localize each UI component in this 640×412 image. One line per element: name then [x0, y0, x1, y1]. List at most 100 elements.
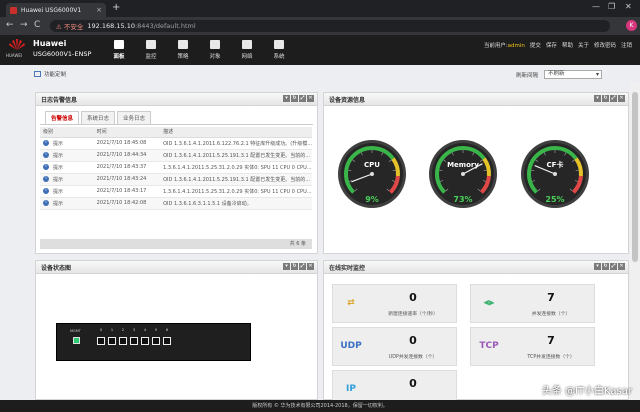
ethernet-port[interactable] — [163, 337, 171, 345]
maximize-button[interactable]: ⤢ — [610, 263, 617, 270]
customize-button[interactable]: 功能定制 — [34, 70, 66, 78]
main-nav: 面板 监控 策略 对象 网络 系统 — [103, 35, 295, 65]
collapse-button[interactable]: ▾ — [594, 95, 601, 102]
level-cell: i 提示 — [40, 185, 94, 198]
table-row[interactable]: i 提示 2021/7/10 18:45:08 OID 1.3.6.1.4.1.2… — [40, 137, 312, 150]
refresh-button[interactable]: ↻ — [291, 263, 298, 270]
nav-policy[interactable]: 策略 — [167, 35, 199, 65]
customize-icon — [34, 71, 41, 77]
nav-label: 监控 — [145, 54, 157, 60]
maximize-button[interactable]: ⤢ — [299, 95, 306, 102]
nav-system[interactable]: 系统 — [263, 35, 295, 65]
close-button[interactable]: ✕ — [618, 263, 625, 270]
log-tabs: 告警信息 系统日志 业务日志 — [40, 106, 313, 125]
ethernet-port[interactable] — [152, 337, 160, 345]
panel-title: 在线实时监控 — [329, 264, 366, 272]
scrollbar-thumb[interactable] — [632, 92, 638, 262]
tab-system-log[interactable]: 系统日志 — [81, 111, 116, 124]
connections-icon: ⫷⫸ — [483, 298, 495, 308]
port-number: 2 — [121, 328, 125, 332]
profile-avatar[interactable]: K — [626, 20, 637, 31]
ethernet-port[interactable] — [108, 337, 116, 345]
tab-alarms[interactable]: 告警信息 — [45, 111, 80, 124]
maximize-button[interactable]: ⤢ — [610, 95, 617, 102]
tile-value: 0 — [409, 377, 417, 390]
close-button[interactable]: ✕ — [307, 95, 314, 102]
ethernet-port[interactable] — [119, 337, 127, 345]
column-header[interactable]: 时间 — [93, 127, 161, 138]
collapse-button[interactable]: ▾ — [283, 95, 290, 102]
mgmt-port[interactable] — [73, 337, 80, 344]
help-link[interactable]: 帮助 — [562, 41, 573, 49]
page-scrollbar[interactable] — [630, 82, 640, 400]
device-model: USG6000V1-ENSP — [33, 50, 92, 58]
time-cell: 2021/7/10 18:45:08 — [93, 137, 161, 150]
tile-new-connection-rate[interactable]: ⇄ 0 新建连接速率（个/秒） — [332, 284, 457, 323]
new-tab-button[interactable]: + — [112, 2, 120, 13]
nav-network[interactable]: 网络 — [231, 35, 263, 65]
tile-tcp-connections[interactable]: TCP 7 TCP并发连接数（个） — [470, 327, 595, 366]
nav-dashboard[interactable]: 面板 — [103, 35, 135, 65]
huawei-logo-icon — [9, 39, 25, 50]
collapse-button[interactable]: ▾ — [594, 263, 601, 270]
back-button[interactable]: ← — [6, 20, 14, 30]
port-number: 5 — [154, 328, 158, 332]
column-header[interactable]: 级别 — [40, 127, 94, 138]
info-icon: i — [43, 164, 49, 170]
app-header: HUAWEI Huawei USG6000V1-ENSP 面板 监控 策略 对象… — [0, 35, 640, 65]
browser-tab[interactable]: Huawei USG6000V1 × — [6, 3, 106, 17]
panel-controls: ▾ ↻ ⤢ ✕ — [594, 95, 625, 102]
not-secure-warning[interactable]: ⚠ 不安全 — [56, 21, 83, 31]
time-cell: 2021/7/10 18:44:34 — [93, 149, 161, 162]
monitor-icon — [146, 40, 156, 49]
close-button[interactable]: ✕ — [618, 95, 625, 102]
desc-cell: 1.3.6.1.4.1.2011.5.25.31.2.0.29 实体0: SPU… — [160, 161, 312, 174]
tab-close-icon[interactable]: × — [96, 6, 102, 14]
table-row[interactable]: i 提示 2021/7/10 18:43:24 OID 1.3.6.1.4.1.2… — [40, 173, 312, 186]
table-row[interactable]: i 提示 2021/7/10 18:42:08 OID 1.3.6.1.6.3.1… — [40, 197, 312, 210]
change-password-link[interactable]: 修改密码 — [594, 41, 616, 49]
ethernet-port[interactable] — [141, 337, 149, 345]
maximize-button[interactable]: ⤢ — [299, 263, 306, 270]
reload-button[interactable]: C — [34, 20, 40, 30]
table-row[interactable]: i 提示 2021/7/10 18:43:37 1.3.6.1.4.1.2011.… — [40, 161, 312, 174]
table-row[interactable]: i 提示 2021/7/10 18:43:17 1.3.6.1.4.1.2011.… — [40, 185, 312, 198]
address-bar[interactable]: ⚠ 不安全 192.168.15.10 :8443/default.html — [50, 20, 610, 32]
app-title: Huawei — [33, 39, 67, 48]
current-user: admin — [507, 43, 525, 49]
collapse-button[interactable]: ▾ — [283, 263, 290, 270]
huawei-favicon-icon — [10, 6, 17, 14]
column-header[interactable]: 描述 — [160, 127, 312, 138]
tile-udp-connections[interactable]: UDP 0 UDP并发连接数（个） — [332, 327, 457, 366]
device-resource-panel: 设备资源信息 ▾ ↻ ⤢ ✕ CPU 9% Memory 73% CF卡 25% — [323, 92, 629, 254]
cpu-gauge: CPU 9% — [337, 139, 407, 209]
tile-concurrent-connections[interactable]: ⫷⫸ 7 并发连接数（个） — [470, 284, 595, 323]
save-link[interactable]: 保存 — [546, 41, 557, 49]
panel-header: 设备状态图 ▾ ↻ ⤢ ✕ — [36, 261, 317, 274]
ethernet-port[interactable] — [97, 337, 105, 345]
refresh-button[interactable]: ↻ — [291, 95, 298, 102]
refresh-button[interactable]: ↻ — [602, 263, 609, 270]
maximize-button[interactable]: ❐ — [608, 2, 615, 11]
tile-value: 0 — [409, 334, 417, 347]
ethernet-port[interactable] — [130, 337, 138, 345]
minimize-button[interactable]: — — [592, 2, 600, 11]
object-icon — [210, 40, 220, 49]
commit-link[interactable]: 提交 — [530, 41, 541, 49]
about-link[interactable]: 关于 — [578, 41, 589, 49]
logout-link[interactable]: 注销 — [621, 41, 632, 49]
device-status-panel: 设备状态图 ▾ ↻ ⤢ ✕ MGMT 0 1 2 3 4 5 6 — [35, 260, 318, 400]
memory-gauge: Memory 73% — [428, 139, 498, 209]
forward-button[interactable]: → — [20, 20, 28, 30]
nav-object[interactable]: 对象 — [199, 35, 231, 65]
tab-service-log[interactable]: 业务日志 — [117, 111, 152, 124]
table-row[interactable]: i 提示 2021/7/10 18:44:34 OID 1.3.6.1.4.1.2… — [40, 149, 312, 162]
close-window-button[interactable]: ✕ — [625, 2, 632, 11]
tile-label: 并发连接数（个） — [531, 312, 571, 317]
refresh-button[interactable]: ↻ — [602, 95, 609, 102]
system-icon — [274, 40, 284, 49]
close-button[interactable]: ✕ — [307, 263, 314, 270]
nav-monitor[interactable]: 监控 — [135, 35, 167, 65]
refresh-interval-select[interactable]: 不刷新 — [544, 70, 602, 79]
browser-toolbar: ← → C ⚠ 不安全 192.168.15.10 :8443/default.… — [0, 17, 640, 35]
